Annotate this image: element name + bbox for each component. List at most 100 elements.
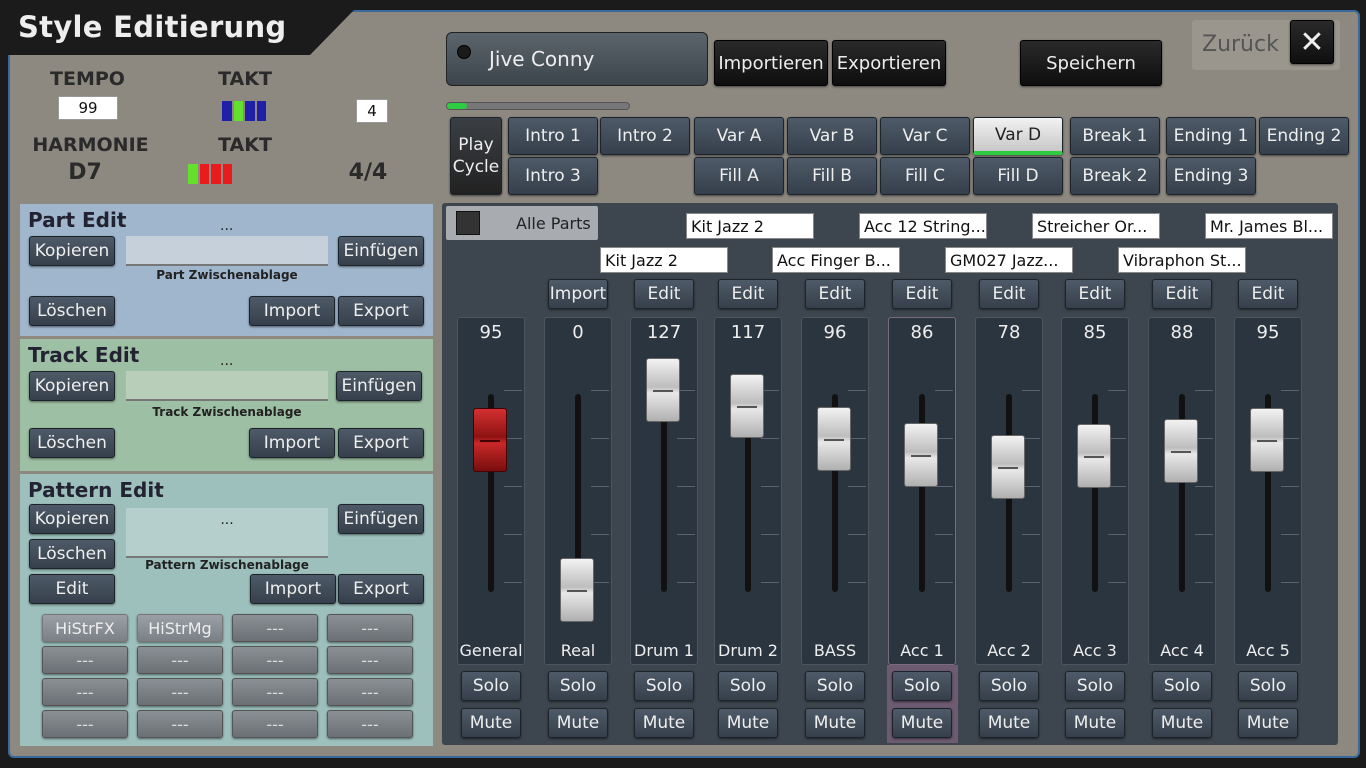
channel-edit-button[interactable]: Edit: [1065, 279, 1125, 309]
play-cycle-button[interactable]: Play Cycle: [450, 117, 502, 195]
voice-name-top[interactable]: Streicher Or...: [1032, 213, 1160, 239]
part-button-var-c[interactable]: Var C: [880, 117, 970, 155]
mute-button[interactable]: Mute: [634, 708, 694, 738]
part-paste-button[interactable]: Einfügen: [338, 236, 424, 266]
part-button-fill-b[interactable]: Fill B: [787, 157, 877, 195]
part-button-ending-1[interactable]: Ending 1: [1166, 117, 1256, 155]
fader-knob[interactable]: [473, 408, 507, 473]
voice-name-bottom[interactable]: GM027 Jazz...: [945, 247, 1073, 273]
pattern-export-button[interactable]: Export: [338, 574, 424, 604]
mute-button[interactable]: Mute: [805, 708, 865, 738]
close-icon[interactable]: ✕: [1290, 20, 1334, 64]
pattern-slot-button[interactable]: ---: [232, 710, 318, 738]
pattern-slot-button[interactable]: HiStrMg: [137, 614, 223, 642]
part-button-var-d[interactable]: Var D: [973, 117, 1063, 155]
fader-knob[interactable]: [991, 435, 1025, 500]
voice-name-top[interactable]: Kit Jazz 2: [686, 213, 814, 239]
channel-edit-button[interactable]: Edit: [634, 279, 694, 309]
mute-button[interactable]: Mute: [892, 708, 952, 738]
channel-edit-button[interactable]: Edit: [718, 279, 778, 309]
part-button-fill-d[interactable]: Fill D: [973, 157, 1063, 195]
pattern-paste-button[interactable]: Einfügen: [338, 504, 424, 534]
alle-parts-toggle[interactable]: Alle Parts: [446, 206, 598, 240]
pattern-import-button[interactable]: Import: [250, 574, 336, 604]
back-area[interactable]: Zurück ✕: [1192, 20, 1340, 70]
track-clipboard-field[interactable]: [126, 371, 328, 401]
part-button-break-2[interactable]: Break 2: [1070, 157, 1160, 195]
solo-button[interactable]: Solo: [979, 671, 1039, 701]
channel-edit-button[interactable]: Edit: [1152, 279, 1212, 309]
voice-name-top[interactable]: Mr. James Bl...: [1205, 213, 1333, 239]
mute-button[interactable]: Mute: [718, 708, 778, 738]
mute-button[interactable]: Mute: [548, 708, 608, 738]
fader-knob[interactable]: [646, 358, 680, 422]
pattern-slot-button[interactable]: ---: [137, 646, 223, 674]
voice-name-bottom[interactable]: Kit Jazz 2: [600, 247, 728, 273]
fader-knob[interactable]: [817, 406, 851, 471]
channel-edit-button[interactable]: Edit: [979, 279, 1039, 309]
pattern-slot-button[interactable]: ---: [42, 678, 128, 706]
channel-edit-button[interactable]: Edit: [1238, 279, 1298, 309]
track-copy-button[interactable]: Kopieren: [29, 371, 115, 401]
solo-button[interactable]: Solo: [461, 671, 521, 701]
pattern-copy-button[interactable]: Kopieren: [29, 504, 115, 534]
fader-knob[interactable]: [904, 422, 938, 487]
takt-value[interactable]: 4: [356, 99, 388, 123]
channel-edit-button[interactable]: Edit: [805, 279, 865, 309]
part-button-ending-2[interactable]: Ending 2: [1259, 117, 1349, 155]
mute-button[interactable]: Mute: [1152, 708, 1212, 738]
track-delete-button[interactable]: Löschen: [29, 428, 115, 458]
pattern-slot-button[interactable]: HiStrFX: [42, 614, 128, 642]
track-paste-button[interactable]: Einfügen: [336, 371, 422, 401]
tempo-value[interactable]: 99: [58, 96, 118, 120]
track-export-button[interactable]: Export: [338, 428, 424, 458]
channel-import-button[interactable]: Import: [548, 279, 608, 309]
pattern-slot-button[interactable]: ---: [42, 646, 128, 674]
part-button-var-b[interactable]: Var B: [787, 117, 877, 155]
solo-button[interactable]: Solo: [805, 671, 865, 701]
part-button-fill-c[interactable]: Fill C: [880, 157, 970, 195]
part-copy-button[interactable]: Kopieren: [29, 236, 115, 266]
mute-button[interactable]: Mute: [1065, 708, 1125, 738]
solo-button[interactable]: Solo: [1065, 671, 1125, 701]
mute-button[interactable]: Mute: [461, 708, 521, 738]
fader-knob[interactable]: [1077, 424, 1111, 489]
part-delete-button[interactable]: Löschen: [29, 296, 115, 326]
mute-button[interactable]: Mute: [1238, 708, 1298, 738]
solo-button[interactable]: Solo: [1238, 671, 1298, 701]
solo-button[interactable]: Solo: [548, 671, 608, 701]
pattern-clipboard-field[interactable]: ...: [126, 508, 328, 558]
save-button[interactable]: Speichern: [1020, 40, 1162, 86]
import-button[interactable]: Importieren: [714, 40, 828, 86]
part-button-intro-2[interactable]: Intro 2: [600, 117, 690, 155]
pattern-delete-button[interactable]: Löschen: [29, 539, 115, 569]
pattern-slot-button[interactable]: ---: [232, 646, 318, 674]
pattern-slot-button[interactable]: ---: [137, 710, 223, 738]
solo-button[interactable]: Solo: [718, 671, 778, 701]
fader-knob[interactable]: [730, 373, 764, 438]
fader-knob[interactable]: [1250, 408, 1284, 473]
voice-name-top[interactable]: Acc 12 String...: [859, 213, 987, 239]
pattern-slot-button[interactable]: ---: [327, 646, 413, 674]
fader-knob[interactable]: [560, 558, 594, 622]
solo-button[interactable]: Solo: [892, 671, 952, 701]
solo-button[interactable]: Solo: [1152, 671, 1212, 701]
pattern-slot-button[interactable]: ---: [137, 678, 223, 706]
part-import-button[interactable]: Import: [249, 296, 335, 326]
fader-knob[interactable]: [1164, 419, 1198, 484]
pattern-slot-button[interactable]: ---: [232, 678, 318, 706]
part-button-intro-1[interactable]: Intro 1: [508, 117, 598, 155]
pattern-slot-button[interactable]: ---: [327, 678, 413, 706]
voice-name-bottom[interactable]: Acc Finger B...: [772, 247, 900, 273]
part-button-intro-3[interactable]: Intro 3: [508, 157, 598, 195]
style-name-display[interactable]: Jive Conny: [446, 32, 708, 86]
export-button[interactable]: Exportieren: [832, 40, 946, 86]
track-import-button[interactable]: Import: [249, 428, 335, 458]
part-clipboard-field[interactable]: [126, 236, 328, 266]
part-button-var-a[interactable]: Var A: [694, 117, 784, 155]
voice-name-bottom[interactable]: Vibraphon St...: [1118, 247, 1246, 273]
part-button-break-1[interactable]: Break 1: [1070, 117, 1160, 155]
part-button-ending-3[interactable]: Ending 3: [1166, 157, 1256, 195]
pattern-slot-button[interactable]: ---: [327, 710, 413, 738]
channel-edit-button[interactable]: Edit: [892, 279, 952, 309]
